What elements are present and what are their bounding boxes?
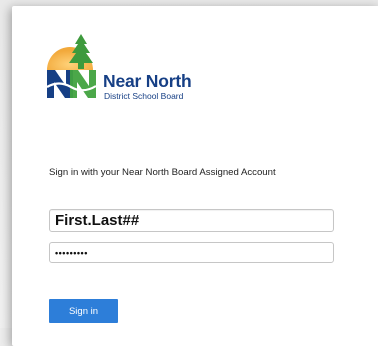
logo-brand-subtitle: District School Board xyxy=(104,91,184,101)
logo-brand-name: Near North xyxy=(103,71,192,91)
sign-in-prompt: Sign in with your Near North Board Assig… xyxy=(49,167,276,178)
password-input[interactable] xyxy=(49,242,334,263)
logo-emblem-icon xyxy=(46,34,97,98)
sign-in-card: Near North District School Board Sign in… xyxy=(12,6,378,346)
username-input[interactable] xyxy=(49,209,334,232)
school-board-logo: Near North District School Board xyxy=(45,34,215,110)
sign-in-button[interactable]: Sign in xyxy=(49,299,118,323)
